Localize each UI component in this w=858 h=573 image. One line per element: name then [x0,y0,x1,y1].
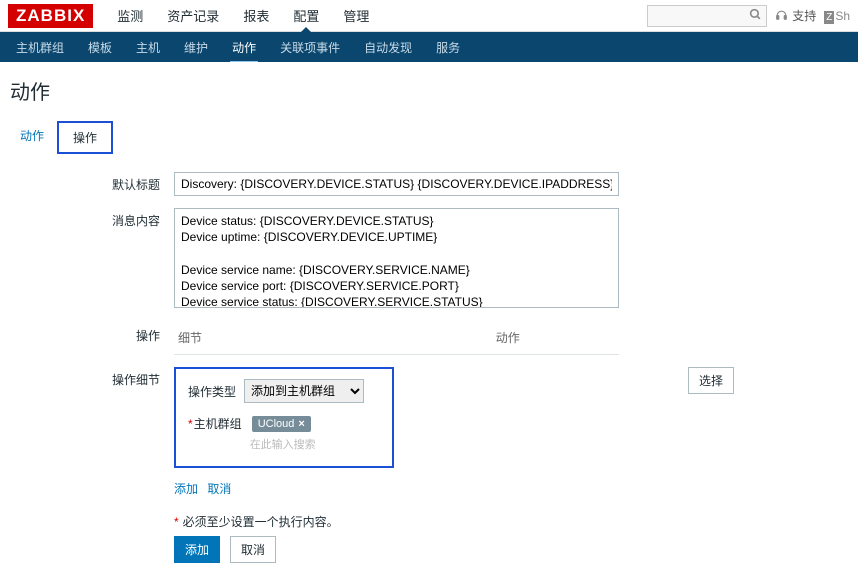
support-link[interactable]: 支持 [775,7,816,24]
top-header: ZABBIX 监测 资产记录 报表 配置 管理 支持 ZSh [0,0,858,32]
main-nav-monitoring[interactable]: 监测 [105,0,155,32]
operations-header-detail: 细节 [174,323,397,354]
support-label: 支持 [792,7,816,24]
operation-cancel-link[interactable]: 取消 [207,482,231,496]
subnav-correlation[interactable]: 关联项事件 [268,32,352,62]
sub-nav: 主机群组 模板 主机 维护 动作 关联项事件 自动发现 服务 [0,32,858,62]
operation-detail-label: 操作细节 [10,367,160,388]
header-right: 支持 ZSh [647,5,850,27]
subnav-maintenance[interactable]: 维护 [172,32,220,62]
subnav-actions[interactable]: 动作 [220,32,268,62]
main-nav-reports[interactable]: 报表 [231,0,281,32]
default-subject-label: 默认标题 [10,172,160,193]
form: 默认标题 消息内容 操作 细节 动作 操作细节 操作类型 添加到主机群组 *主机… [0,154,858,573]
operations-table-header: 细节 动作 [174,323,619,355]
subnav-discovery[interactable]: 自动发现 [352,32,424,62]
submit-add-button[interactable]: 添加 [174,536,220,563]
default-message-textarea[interactable] [174,208,619,308]
operation-detail-box: 操作类型 添加到主机群组 *主机群组 UCloud× 在此输入搜索 [174,367,394,468]
subnav-hostgroups[interactable]: 主机群组 [4,32,76,62]
operation-add-link[interactable]: 添加 [174,482,198,496]
select-button[interactable]: 选择 [688,367,734,394]
logo[interactable]: ZABBIX [8,4,93,28]
subnav-templates[interactable]: 模板 [76,32,124,62]
headset-icon [775,9,788,22]
operation-type-select[interactable]: 添加到主机群组 [244,379,364,403]
search-icon[interactable] [749,8,762,24]
host-group-chip[interactable]: UCloud× [252,416,311,432]
share-label: Sh [835,9,850,23]
chip-remove-icon[interactable]: × [298,418,304,430]
main-nav-configuration[interactable]: 配置 [281,0,331,32]
share-link[interactable]: ZSh [824,9,850,23]
submit-cancel-button[interactable]: 取消 [230,536,276,563]
default-message-label: 消息内容 [10,208,160,229]
operations-label: 操作 [10,323,160,344]
main-nav: 监测 资产记录 报表 配置 管理 [105,0,381,32]
global-search [647,5,767,27]
page-title: 动作 [0,62,858,121]
default-subject-input[interactable] [174,172,619,196]
subnav-hosts[interactable]: 主机 [124,32,172,62]
host-group-search-placeholder[interactable]: 在此输入搜索 [250,436,380,452]
operation-type-label: 操作类型 [188,383,236,400]
tab-operations[interactable]: 操作 [57,121,113,154]
required-hint: *必须至少设置一个执行内容。 [174,513,848,530]
main-nav-administration[interactable]: 管理 [331,0,381,32]
share-icon: Z [824,11,834,24]
tab-action[interactable]: 动作 [6,121,58,154]
host-group-label: *主机群组 [188,415,242,432]
operations-header-action: 动作 [397,323,620,354]
main-nav-inventory[interactable]: 资产记录 [155,0,231,32]
subnav-services[interactable]: 服务 [424,32,472,62]
tabs: 动作 操作 [0,121,858,154]
